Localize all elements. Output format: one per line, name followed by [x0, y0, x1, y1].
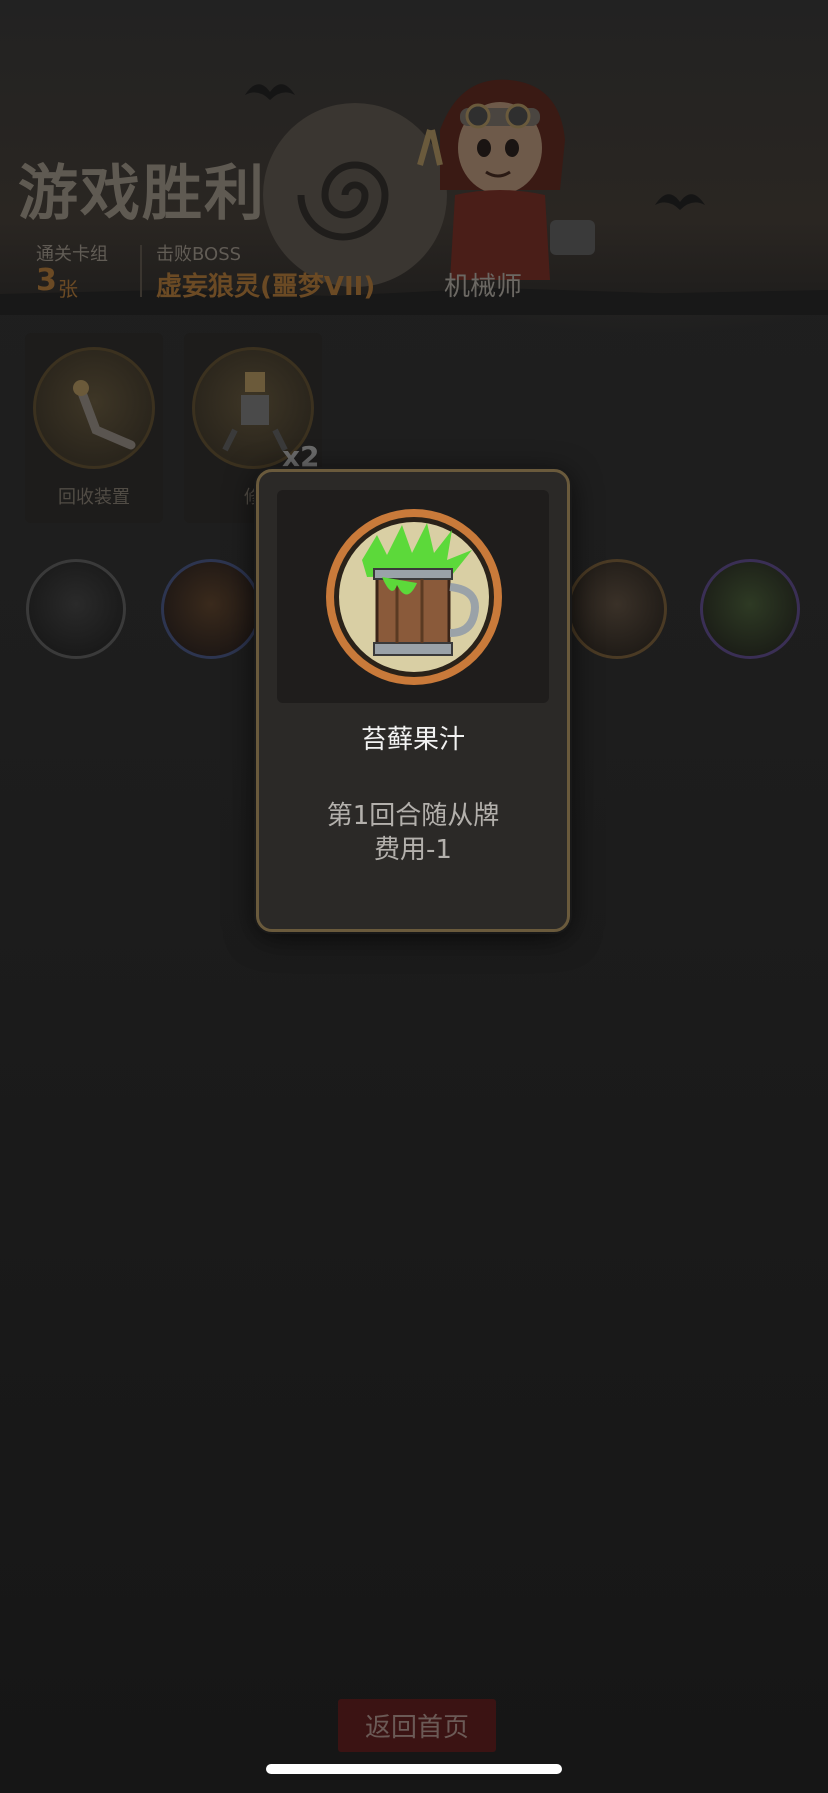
item-name: 苔藓果汁: [360, 725, 465, 755]
item-detail-modal: 苔藓果汁 第1回合随从牌 费用-1: [256, 469, 570, 932]
item-image-frame: [277, 490, 549, 703]
item-description: 第1回合随从牌 费用-1: [259, 799, 567, 867]
moss-juice-mug-icon: [326, 509, 502, 685]
home-indicator[interactable]: [266, 1764, 562, 1774]
item-description-line: 第1回合随从牌: [326, 801, 500, 831]
return-home-button[interactable]: 返回首页: [338, 1699, 496, 1752]
item-description-line: 费用-1: [374, 835, 452, 865]
